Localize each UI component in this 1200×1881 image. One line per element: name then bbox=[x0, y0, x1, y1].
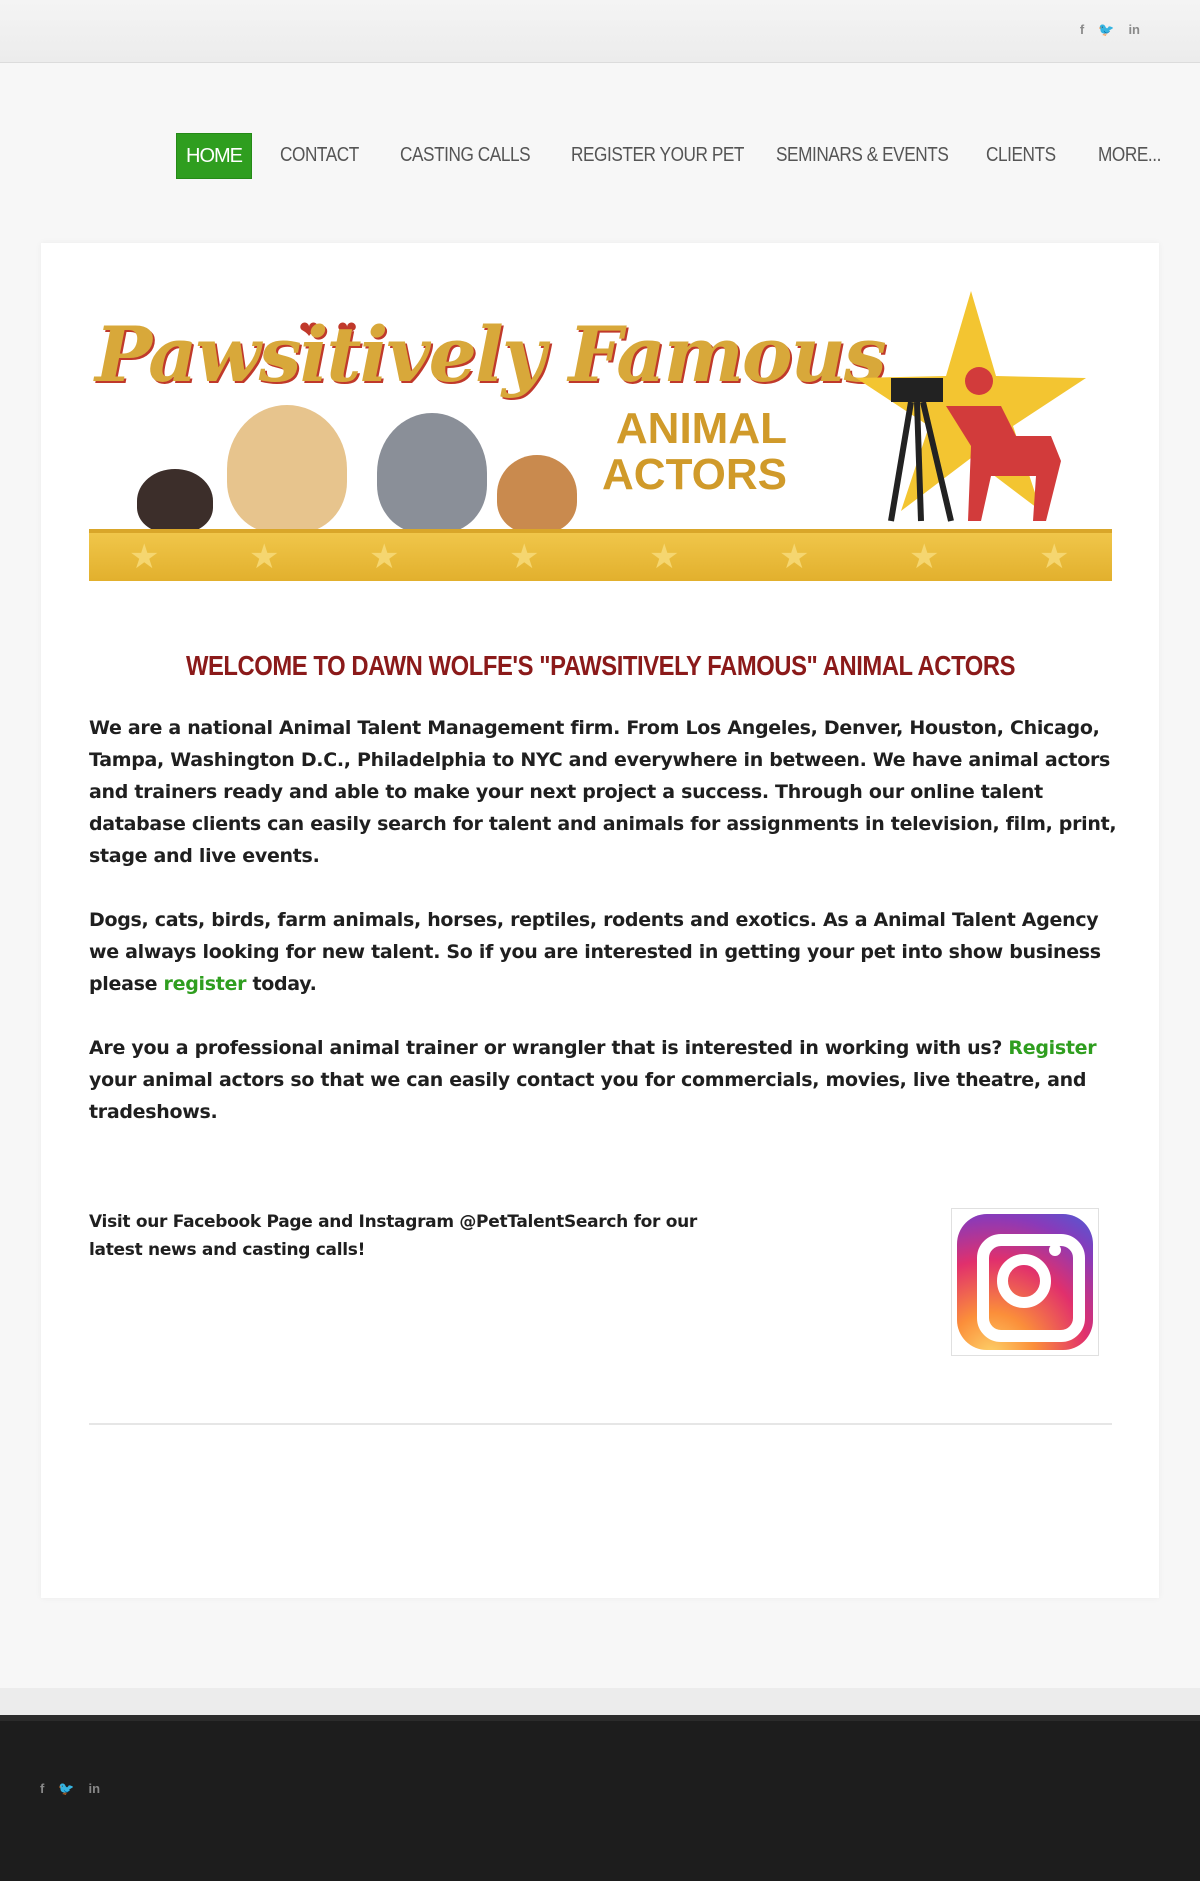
nav-register-your-pet[interactable]: REGISTER YOUR PET bbox=[571, 133, 744, 177]
social-follow-text: Visit our Facebook Page and Instagram @P… bbox=[89, 1212, 698, 1260]
dog-image bbox=[227, 405, 347, 533]
main-content: ❤ ❤ Pawsitively Famous ANIMAL ACTORS ★ ★ ★… bbox=[41, 243, 1159, 1598]
register-link[interactable]: register bbox=[164, 973, 247, 995]
nav-contact[interactable]: CONTACT bbox=[280, 133, 359, 177]
banner-subtitle: ANIMAL ACTORS bbox=[602, 404, 787, 499]
banner-title: Pawsitively Famous bbox=[95, 310, 887, 399]
page-title: WELCOME TO DAWN WOLFE'S "PAWSITIVELY FAM… bbox=[185, 649, 1016, 681]
divider bbox=[89, 1423, 1112, 1425]
linkedin-icon[interactable]: in bbox=[1128, 22, 1140, 38]
talent-paragraph: Dogs, cats, birds, farm animals, horses,… bbox=[89, 909, 1101, 995]
top-bar: f 🐦 in bbox=[0, 0, 1200, 63]
twitter-icon[interactable]: 🐦 bbox=[1098, 22, 1114, 38]
linkedin-icon[interactable]: in bbox=[89, 1781, 101, 1797]
banner-image: ❤ ❤ Pawsitively Famous ANIMAL ACTORS ★ ★ ★… bbox=[89, 286, 1112, 581]
star-band: ★ ★ ★ ★ ★ ★ ★ ★ bbox=[89, 529, 1112, 581]
dog-image bbox=[497, 455, 577, 533]
register-trainer-link[interactable]: Register bbox=[1008, 1037, 1096, 1059]
instagram-icon bbox=[957, 1214, 1093, 1350]
nav-more[interactable]: MORE... bbox=[1098, 133, 1161, 177]
nav-seminars-events[interactable]: SEMINARS & EVENTS bbox=[776, 133, 949, 177]
trainer-paragraph: Are you a professional animal trainer or… bbox=[89, 1037, 1097, 1123]
footer-social-links: f 🐦 in bbox=[40, 1781, 100, 1797]
twitter-icon[interactable]: 🐦 bbox=[58, 1781, 74, 1797]
nav-home[interactable]: HOME bbox=[176, 133, 252, 179]
facebook-icon[interactable]: f bbox=[40, 1781, 44, 1797]
footer: f 🐦 in bbox=[0, 1715, 1200, 1881]
dog-image bbox=[377, 413, 487, 533]
star-logo-icon bbox=[856, 291, 1086, 522]
intro-paragraph: We are a national Animal Talent Manageme… bbox=[89, 717, 1117, 867]
instagram-link[interactable] bbox=[951, 1208, 1099, 1356]
top-social-links: f 🐦 in bbox=[1080, 22, 1140, 38]
facebook-icon[interactable]: f bbox=[1080, 22, 1084, 38]
dog-image bbox=[137, 469, 213, 533]
nav-casting-calls[interactable]: CASTING CALLS bbox=[400, 133, 531, 177]
nav-clients[interactable]: CLIENTS bbox=[986, 133, 1056, 177]
